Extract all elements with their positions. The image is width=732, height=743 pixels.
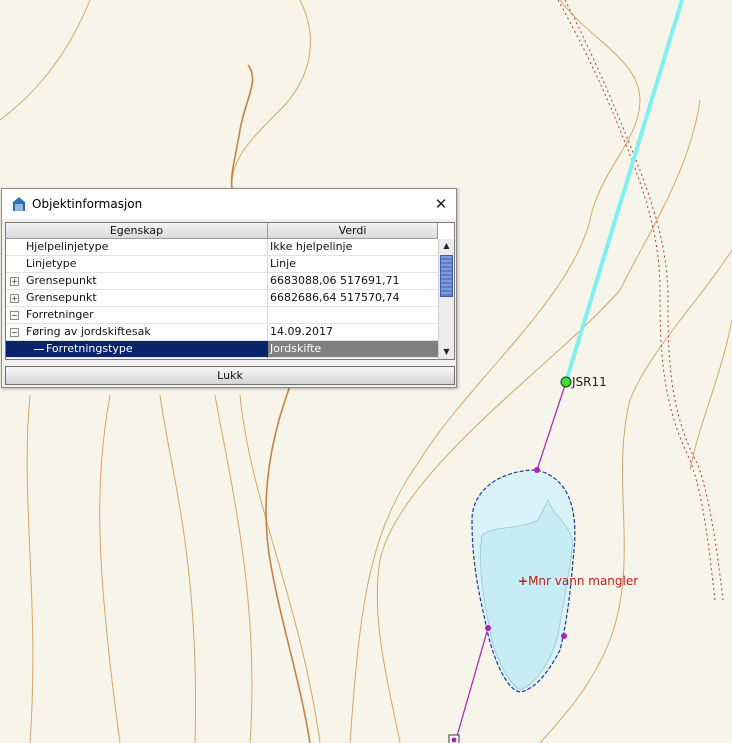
- property-name: Grensepunkt: [26, 291, 97, 304]
- property-row[interactable]: − Forretninger: [6, 307, 438, 324]
- value-cell[interactable]: 6683088,06 517691,71: [268, 273, 438, 290]
- property-grid: Egenskap Verdi Hjelpelinjetype Ikke hjelp…: [5, 222, 455, 360]
- house-icon: [12, 197, 26, 211]
- property-name: Grensepunkt: [26, 274, 97, 287]
- column-header-value[interactable]: Verdi: [268, 223, 438, 239]
- property-cell[interactable]: Forretningstype: [6, 341, 268, 358]
- warning-label: +Mnr vann mangler: [518, 574, 638, 588]
- dialog-titlebar[interactable]: Objektinformasjon ✕: [2, 189, 456, 219]
- close-button[interactable]: ✕: [426, 189, 456, 219]
- property-name: Hjelpelinjetype: [26, 240, 109, 253]
- tree-connector: [34, 349, 44, 350]
- property-cell[interactable]: + Grensepunkt: [6, 290, 268, 307]
- value-cell[interactable]: Ikke hjelpelinje: [268, 239, 438, 256]
- value-cell[interactable]: Jordskifte: [268, 341, 438, 358]
- warning-marker-icon: +: [518, 574, 529, 588]
- value-cell[interactable]: 14.09.2017: [268, 324, 438, 341]
- property-name: Linjetype: [26, 257, 77, 270]
- property-name: Føring av jordskiftesak: [26, 325, 151, 338]
- value-cell[interactable]: 6682686,64 517570,74: [268, 290, 438, 307]
- property-row[interactable]: + Grensepunkt 6682686,64 517570,74: [6, 290, 438, 307]
- collapse-icon[interactable]: −: [10, 311, 19, 320]
- collapse-icon[interactable]: −: [10, 328, 19, 337]
- property-row[interactable]: + Grensepunkt 6683088,06 517691,71: [6, 273, 438, 290]
- property-row[interactable]: Linjetype Linje: [6, 256, 438, 273]
- value-cell[interactable]: Linje: [268, 256, 438, 273]
- property-cell[interactable]: + Grensepunkt: [6, 273, 268, 290]
- property-cell[interactable]: − Forretninger: [6, 307, 268, 324]
- object-info-dialog: Objektinformasjon ✕ Egenskap Verdi Hjelp…: [1, 188, 457, 388]
- value-cell[interactable]: [268, 307, 438, 324]
- scrollbar-thumb[interactable]: [440, 255, 453, 297]
- warning-text: Mnr vann mangler: [528, 574, 639, 588]
- close-dialog-button[interactable]: Lukk: [5, 366, 455, 385]
- property-name: Forretninger: [26, 308, 94, 321]
- expand-icon[interactable]: +: [10, 277, 19, 286]
- survey-point-icon[interactable]: [560, 376, 572, 388]
- close-icon: ✕: [434, 195, 448, 213]
- column-header-property[interactable]: Egenskap: [6, 223, 268, 239]
- property-cell[interactable]: − Føring av jordskiftesak: [6, 324, 268, 341]
- property-name: Forretningstype: [46, 342, 133, 355]
- dialog-title: Objektinformasjon: [32, 197, 143, 211]
- property-cell[interactable]: Hjelpelinjetype: [6, 239, 268, 256]
- point-label-jsr11: JSR11: [572, 375, 607, 389]
- property-row[interactable]: − Føring av jordskiftesak 14.09.2017: [6, 324, 438, 341]
- property-row[interactable]: Hjelpelinjetype Ikke hjelpelinje: [6, 239, 438, 256]
- scroll-up-icon[interactable]: ▲: [439, 239, 454, 253]
- vertical-scrollbar[interactable]: ▲ ▼: [438, 239, 454, 359]
- property-cell[interactable]: Linjetype: [6, 256, 268, 273]
- property-row[interactable]: Forretningstype Jordskifte: [6, 341, 438, 358]
- scroll-down-icon[interactable]: ▼: [439, 345, 454, 359]
- expand-icon[interactable]: +: [10, 294, 19, 303]
